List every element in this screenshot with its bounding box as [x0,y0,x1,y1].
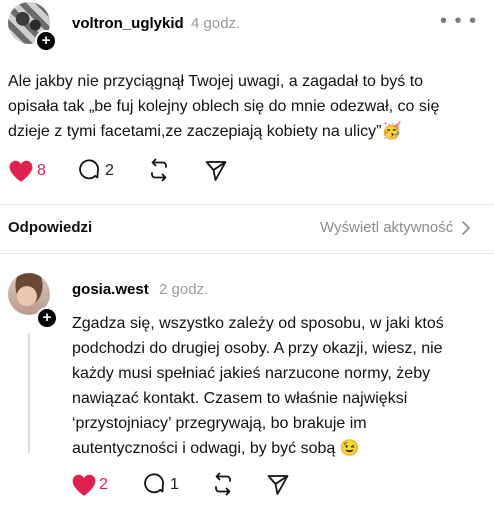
reply-text-line: Zgadza się, wszystko zależy od sposobu, … [72,315,444,332]
post-like-button[interactable] [8,159,34,183]
post-text-line: opisała tak „be fuj kolejny oblech się d… [8,98,440,115]
reply-text: Zgadza się, wszystko zależy od sposobu, … [72,311,444,461]
post-more-icon[interactable]: • • • [440,10,477,33]
post-share-button[interactable] [204,159,228,183]
reply-time: 2 godz. [159,281,209,298]
post-time: 4 godz. [191,15,241,32]
post-comment-count: 2 [105,162,114,179]
comment-icon [79,159,99,180]
reply-like-button[interactable] [71,473,97,497]
reply-comment-button[interactable] [142,472,166,496]
reply-share-button[interactable] [266,473,290,497]
divider [0,204,494,205]
reply-text-line: autentyczności i odwagi, by być sobą 😉 [72,440,360,457]
divider [0,253,494,254]
post-like-count: 8 [37,162,46,179]
repost-icon [215,472,231,496]
reply-text-line: podchodzi do drugiej osoby. A przy okazj… [72,340,443,357]
reply-text-line: ‘przystojniacy’ przegrywają, bo brakuje … [72,415,367,432]
post-text-line: dzieje z tymi facetami,ze zaczepiają kob… [8,123,402,140]
replies-title: Odpowiedzi [8,219,93,236]
chevron-right-icon [462,220,471,235]
reply-comment-count: 1 [170,476,179,493]
follow-plus-icon[interactable]: + [36,307,58,329]
post-repost-button[interactable] [147,158,171,182]
reply-repost-button[interactable] [211,472,235,496]
reply-text-line: nawiązać kontakt. Czasem to właśnie najw… [72,390,408,407]
post-text: Ale jakby nie przyciągnął Twojej uwagi, … [8,69,439,144]
post-text-line: Ale jakby nie przyciągnął Twojej uwagi, … [8,73,424,90]
thread-line [28,333,30,453]
view-activity-link[interactable]: Wyświetl aktywność [320,219,473,236]
post-comment-button[interactable] [77,158,101,182]
reply-username[interactable]: gosia.west [72,281,149,298]
comment-icon [144,473,164,494]
follow-plus-icon[interactable]: + [35,30,57,52]
share-icon [267,475,289,495]
share-icon [205,161,227,181]
view-activity-label: Wyświetl aktywność [320,219,454,236]
reply-text-line: każdy musi spełniać jakieś narzucone nor… [72,365,431,382]
heart-icon [72,474,96,496]
repost-icon [151,158,167,182]
reply-like-count: 2 [99,476,108,493]
post-username[interactable]: voltron_uglykid [72,15,184,32]
heart-icon [9,160,33,182]
